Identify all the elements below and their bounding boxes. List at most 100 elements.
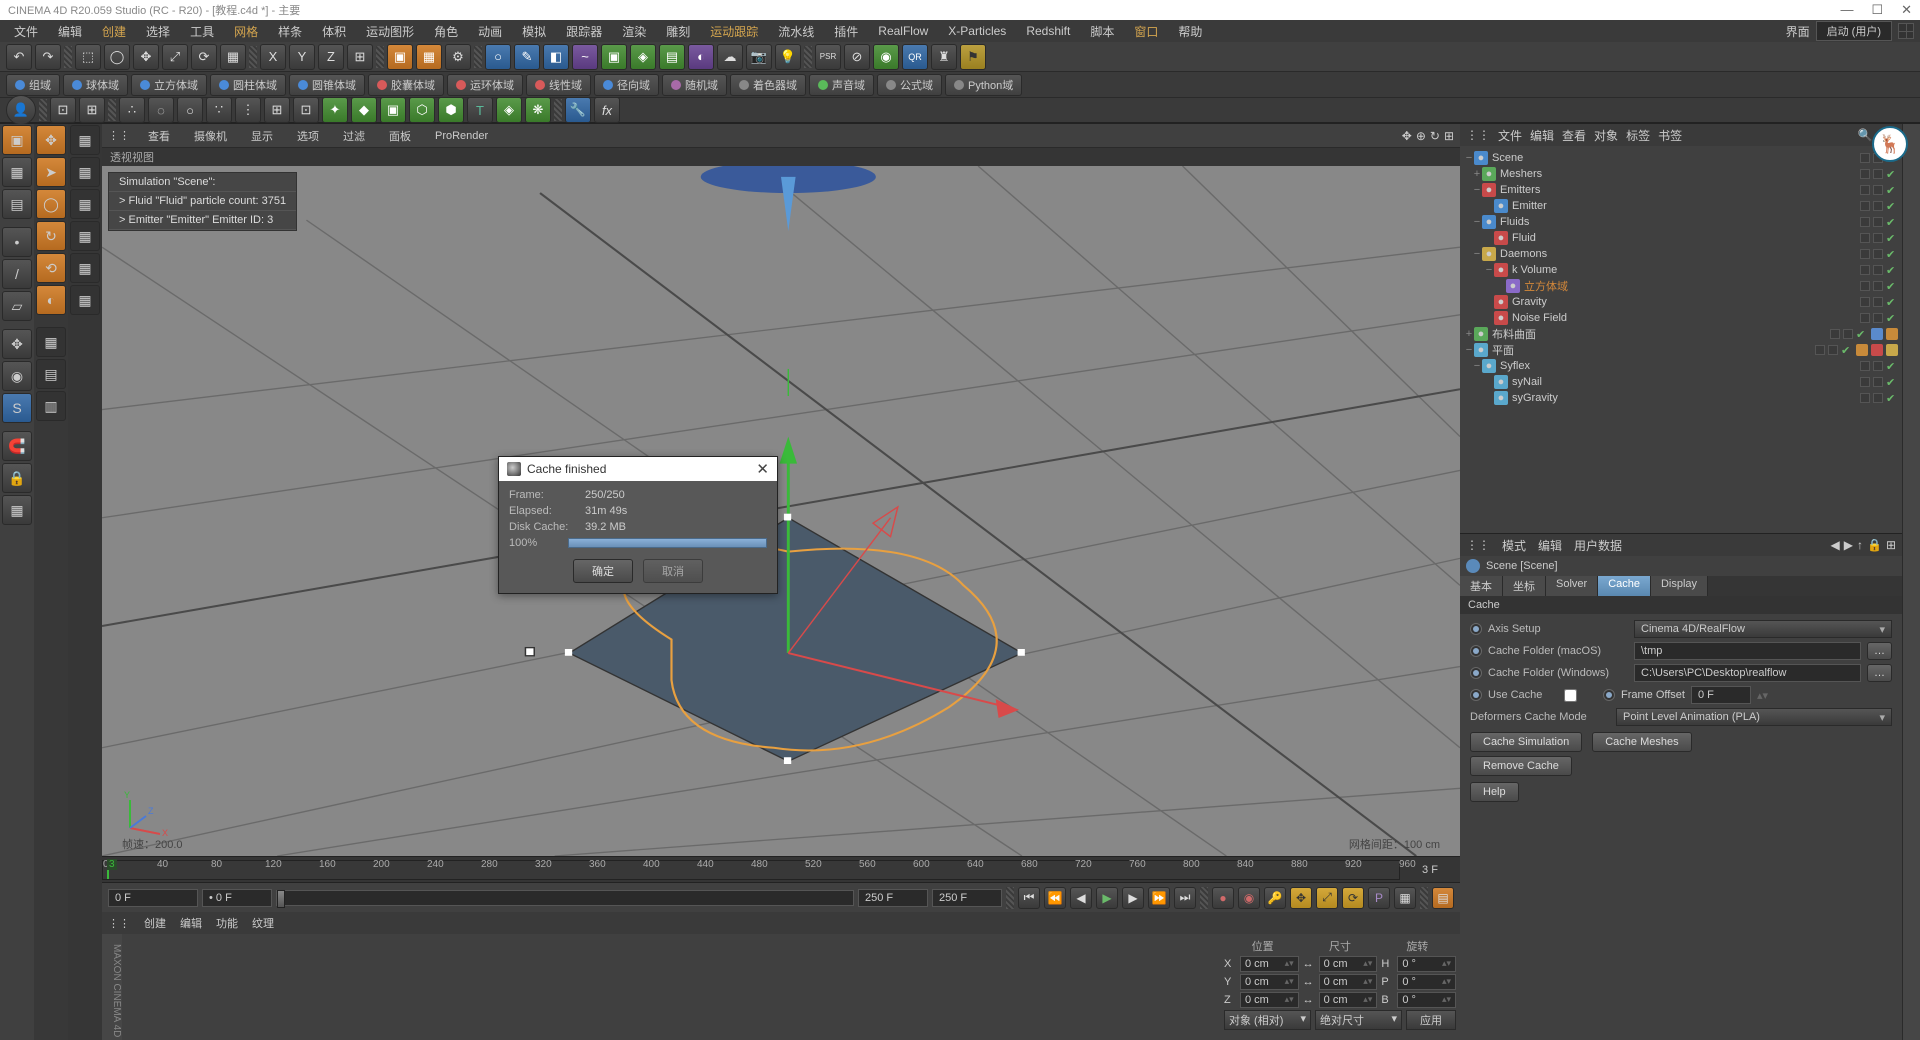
model-mode[interactable]: ▣ xyxy=(2,125,32,155)
coord-system[interactable]: ⊞ xyxy=(347,44,373,70)
layer-dot[interactable] xyxy=(1815,345,1825,355)
menu-样条[interactable]: 样条 xyxy=(270,21,310,42)
size-X[interactable]: 0 cm▴▾ xyxy=(1319,956,1378,972)
menu-窗口[interactable]: 窗口 xyxy=(1126,21,1166,42)
layer-dot[interactable] xyxy=(1860,249,1870,259)
menu-工具[interactable]: 工具 xyxy=(182,21,222,42)
frame-offset-input[interactable] xyxy=(1691,686,1751,704)
attr-tab-Solver[interactable]: Solver xyxy=(1546,576,1598,596)
record-button[interactable]: ● xyxy=(1212,887,1234,909)
enable-axis[interactable]: ✥ xyxy=(2,329,32,359)
menu-雕刻[interactable]: 雕刻 xyxy=(658,21,698,42)
vp-nav-icon-3[interactable]: ↻ xyxy=(1430,129,1440,143)
viewport-solo[interactable]: ◉ xyxy=(2,361,32,391)
render-dot[interactable] xyxy=(1873,185,1883,195)
enable-check-icon[interactable]: ✔ xyxy=(1886,376,1898,388)
field-胶囊体域[interactable]: 胶囊体域 xyxy=(368,74,444,96)
move-tool[interactable]: ✥ xyxy=(133,44,159,70)
vp-tab-filter[interactable]: 过滤 xyxy=(337,126,371,146)
lt2-grid-1[interactable]: ▦ xyxy=(36,327,66,357)
remove-cache-button[interactable]: Remove Cache xyxy=(1470,756,1572,776)
tag-icon[interactable] xyxy=(1886,328,1898,340)
keyframe-button[interactable]: 🔑 xyxy=(1264,887,1286,909)
autokey-button[interactable]: ◉ xyxy=(1238,887,1260,909)
tree-item-Emitters[interactable]: −●Emitters✔ xyxy=(1460,182,1902,198)
step-fwd[interactable]: ⏩ xyxy=(1148,887,1170,909)
fx-btn-10[interactable]: ✦ xyxy=(322,97,348,123)
tree-toggle-icon[interactable]: − xyxy=(1472,248,1482,260)
lt2-grid-3[interactable]: ▥ xyxy=(36,391,66,421)
dialog-ok-button[interactable]: 确定 xyxy=(573,559,633,583)
folder-win-browse[interactable]: … xyxy=(1867,664,1892,682)
render-dot[interactable] xyxy=(1873,377,1883,387)
lt3-btn-6[interactable]: ▦ xyxy=(70,285,100,315)
tree-item-Daemons[interactable]: −●Daemons✔ xyxy=(1460,246,1902,262)
tree-toggle-icon[interactable]: − xyxy=(1484,264,1494,276)
fx-btn-7[interactable]: ⋮ xyxy=(235,97,261,123)
tree-item-syGravity[interactable]: ●syGravity✔ xyxy=(1460,390,1902,406)
rot-X[interactable]: 0 °▴▾ xyxy=(1397,956,1456,972)
pos-X[interactable]: 0 cm▴▾ xyxy=(1240,956,1299,972)
enable-check-icon[interactable]: ✔ xyxy=(1886,280,1898,292)
bullet-icon[interactable] xyxy=(1470,623,1482,635)
size-Y[interactable]: 0 cm▴▾ xyxy=(1319,974,1378,990)
deformers-select[interactable]: Point Level Animation (PLA) xyxy=(1616,708,1892,726)
folder-mac-browse[interactable]: … xyxy=(1867,642,1892,660)
menu-跟踪器[interactable]: 跟踪器 xyxy=(558,21,610,42)
tree-toggle-icon[interactable]: − xyxy=(1472,360,1482,372)
snap-mode[interactable]: S xyxy=(2,393,32,423)
tree-item-syNail[interactable]: ●syNail✔ xyxy=(1460,374,1902,390)
layer-dot[interactable] xyxy=(1860,361,1870,371)
menu-创建[interactable]: 创建 xyxy=(94,21,134,42)
vp-tab-view[interactable]: 查看 xyxy=(142,126,176,146)
attr-nav-back-icon[interactable]: ◀ xyxy=(1831,538,1840,552)
goto-end[interactable]: ⏭ xyxy=(1174,887,1196,909)
tree-toggle-icon[interactable]: − xyxy=(1464,152,1474,164)
timeline-slider[interactable] xyxy=(276,890,854,906)
edge-mode[interactable]: / xyxy=(2,259,32,289)
live-select-tool[interactable]: ◯ xyxy=(104,44,130,70)
size-Z[interactable]: 0 cm▴▾ xyxy=(1319,992,1378,1008)
lt2-grid-2[interactable]: ▤ xyxy=(36,359,66,389)
fx-btn-16[interactable]: ❋ xyxy=(525,97,551,123)
layer-dot[interactable] xyxy=(1860,265,1870,275)
attr-tab-Cache[interactable]: Cache xyxy=(1598,576,1651,596)
generator[interactable]: ▣ xyxy=(601,44,627,70)
tree-label[interactable]: Emitter xyxy=(1512,200,1692,212)
tree-label[interactable]: Meshers xyxy=(1500,168,1680,180)
layer-dot[interactable] xyxy=(1860,297,1870,307)
render-dot[interactable] xyxy=(1873,297,1883,307)
tree-toggle-icon[interactable]: − xyxy=(1472,184,1482,196)
tree-item-Scene[interactable]: −●Scene✔ xyxy=(1460,150,1902,166)
enable-check-icon[interactable]: ✔ xyxy=(1886,168,1898,180)
attr-menu-edit[interactable]: 编辑 xyxy=(1538,537,1562,554)
tree-toggle-icon[interactable]: + xyxy=(1472,168,1482,180)
bullet-icon[interactable] xyxy=(1470,667,1482,679)
lt3-btn-4[interactable]: ▦ xyxy=(70,221,100,251)
field-立方体域[interactable]: 立方体域 xyxy=(131,74,207,96)
key-scale[interactable]: ⤢ xyxy=(1316,887,1338,909)
tree-label[interactable]: Scene xyxy=(1492,152,1672,164)
field-线性域[interactable]: 线性域 xyxy=(526,74,591,96)
enable-check-icon[interactable]: ✔ xyxy=(1886,232,1898,244)
tree-label[interactable]: Fluids xyxy=(1500,216,1680,228)
tree-item-Emitter[interactable]: ●Emitter✔ xyxy=(1460,198,1902,214)
tree-label[interactable]: k Volume xyxy=(1512,264,1692,276)
environment[interactable]: ☁ xyxy=(717,44,743,70)
render-dot[interactable] xyxy=(1828,345,1838,355)
bullet-icon[interactable] xyxy=(1603,689,1615,701)
coord-mode-1[interactable]: 对象 (相对)▾ xyxy=(1224,1010,1311,1030)
attr-menu-user[interactable]: 用户数据 xyxy=(1574,537,1622,554)
tree-item-k Volume[interactable]: −●k Volume✔ xyxy=(1460,262,1902,278)
field-运环体域[interactable]: 运环体域 xyxy=(447,74,523,96)
layer-dot[interactable] xyxy=(1860,281,1870,291)
tree-label[interactable]: Syflex xyxy=(1500,360,1680,372)
enable-check-icon[interactable]: ✔ xyxy=(1886,264,1898,276)
vp-nav-icon-4[interactable]: ⊞ xyxy=(1444,129,1454,143)
tree-item-Fluids[interactable]: −●Fluids✔ xyxy=(1460,214,1902,230)
enable-check-icon[interactable]: ✔ xyxy=(1886,296,1898,308)
key-param[interactable]: P xyxy=(1368,887,1390,909)
menu-流水线[interactable]: 流水线 xyxy=(770,21,822,42)
next-frame[interactable]: ▶ xyxy=(1122,887,1144,909)
obj-menu-object[interactable]: 对象 xyxy=(1594,127,1618,144)
